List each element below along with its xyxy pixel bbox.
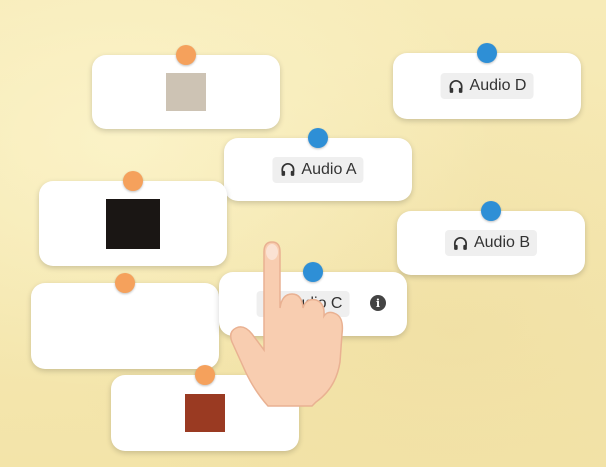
image-thumbnail [166, 73, 206, 111]
image-thumbnail [106, 198, 160, 249]
headphones-icon [449, 79, 463, 93]
blue-pin[interactable] [308, 128, 328, 148]
blue-pin[interactable] [481, 201, 501, 221]
orange-pin[interactable] [195, 365, 215, 385]
headphones-icon [453, 236, 467, 250]
audio-card-b[interactable]: Audio B [397, 201, 585, 275]
orange-pin[interactable] [115, 273, 135, 293]
board-background: Audio D Audio A Audio B i [0, 0, 606, 467]
orange-pin[interactable] [176, 45, 196, 65]
blue-pin[interactable] [477, 43, 497, 63]
audio-card-a[interactable]: Audio A [224, 128, 412, 201]
audio-label: Audio B [473, 234, 531, 251]
audio-label: Audio D [469, 77, 527, 94]
image-card-2[interactable] [39, 171, 227, 266]
image-thumbnail [185, 394, 225, 432]
image-card-1[interactable] [92, 45, 280, 129]
orange-pin[interactable] [123, 171, 143, 191]
info-icon[interactable]: i [370, 295, 386, 311]
hand-pointer-icon [229, 241, 344, 407]
image-card-3[interactable] [31, 273, 219, 369]
audio-chip[interactable]: Audio D [440, 73, 534, 99]
image-thumbnail [100, 306, 150, 346]
audio-chip[interactable]: Audio A [272, 156, 364, 183]
headphones-icon [281, 163, 295, 176]
audio-chip[interactable]: Audio B [444, 230, 538, 256]
audio-label: Audio A [301, 160, 357, 178]
audio-card-d[interactable]: Audio D [393, 43, 581, 119]
